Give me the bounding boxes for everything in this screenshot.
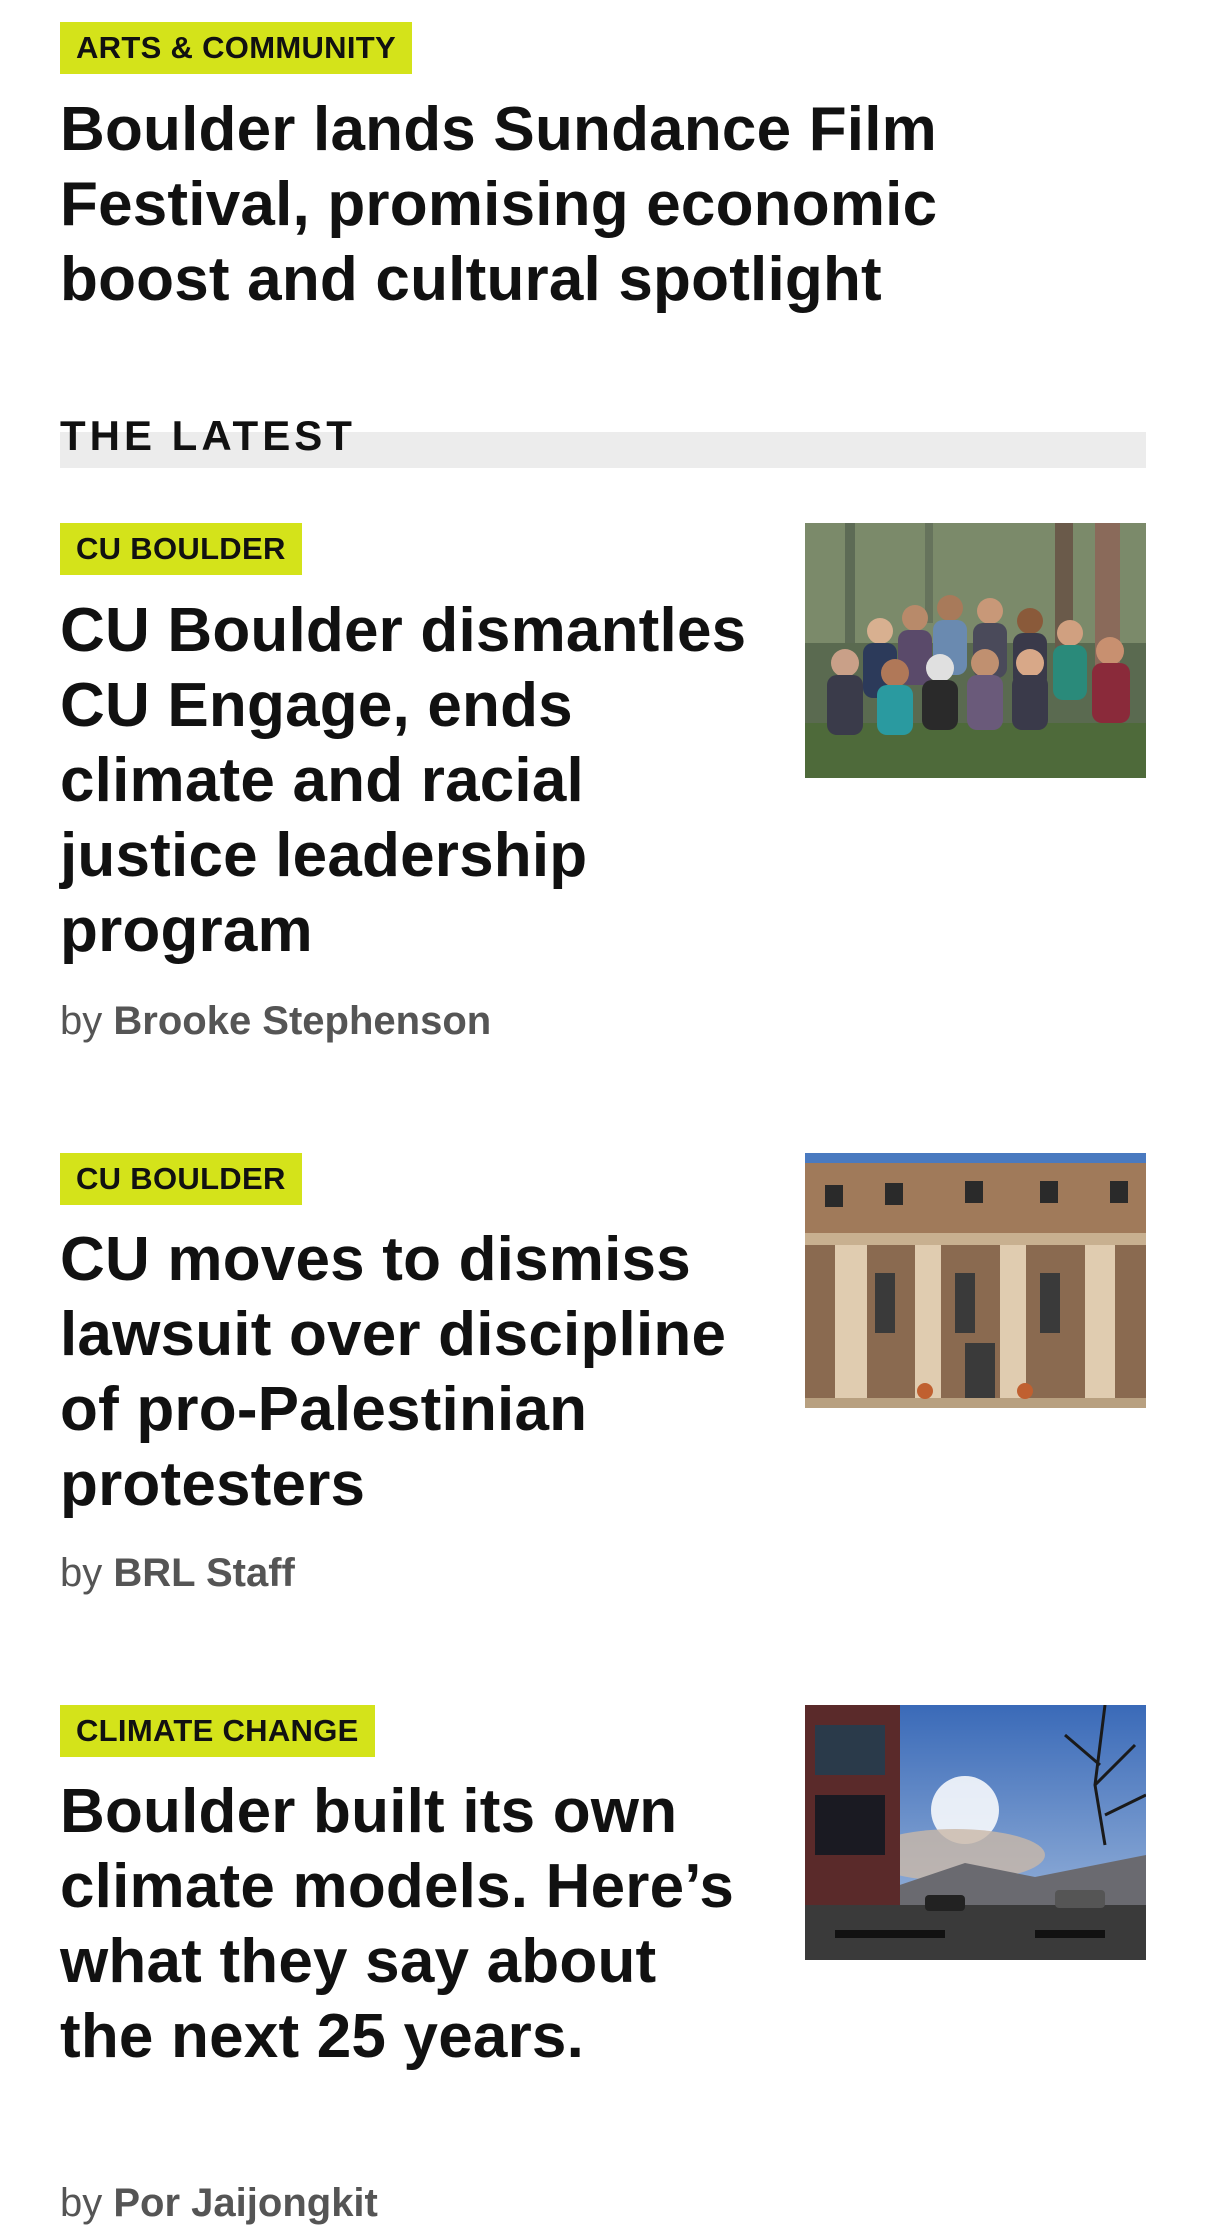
group-photo-image	[805, 523, 1146, 778]
author-link[interactable]: BRL Staff	[113, 1551, 294, 1595]
byline: by Brooke Stephenson	[60, 996, 491, 1046]
byline-prefix: by	[60, 999, 103, 1043]
author-link[interactable]: Por Jaijongkit	[113, 2181, 378, 2225]
author-link[interactable]: Brooke Stephenson	[113, 999, 491, 1043]
byline: by Por Jaijongkit	[60, 2178, 378, 2228]
section-title-the-latest: THE LATEST	[60, 412, 356, 459]
article-thumbnail-image[interactable]	[805, 523, 1146, 778]
university-building-image	[805, 1153, 1146, 1408]
category-tag[interactable]: CLIMATE CHANGE	[60, 1705, 375, 1757]
category-tag[interactable]: CU BOULDER	[60, 523, 302, 575]
article-thumbnail-image[interactable]	[805, 1705, 1146, 1960]
article-thumbnail-image[interactable]	[805, 1153, 1146, 1408]
category-tag[interactable]: CU BOULDER	[60, 1153, 302, 1205]
article-headline[interactable]: CU Boulder dismantles CU Engage, ends cl…	[60, 593, 760, 968]
featured-headline[interactable]: Boulder lands Sundance Film Festival, pr…	[60, 92, 1020, 317]
byline-prefix: by	[60, 1551, 103, 1595]
byline-prefix: by	[60, 2181, 103, 2225]
category-tag-arts-community[interactable]: ARTS & COMMUNITY	[60, 22, 412, 74]
byline: by BRL Staff	[60, 1548, 295, 1598]
article-headline[interactable]: Boulder built its own climate models. He…	[60, 1774, 760, 2074]
street-smoke-image	[805, 1705, 1146, 1960]
article-headline[interactable]: CU moves to dismiss lawsuit over discipl…	[60, 1222, 760, 1522]
